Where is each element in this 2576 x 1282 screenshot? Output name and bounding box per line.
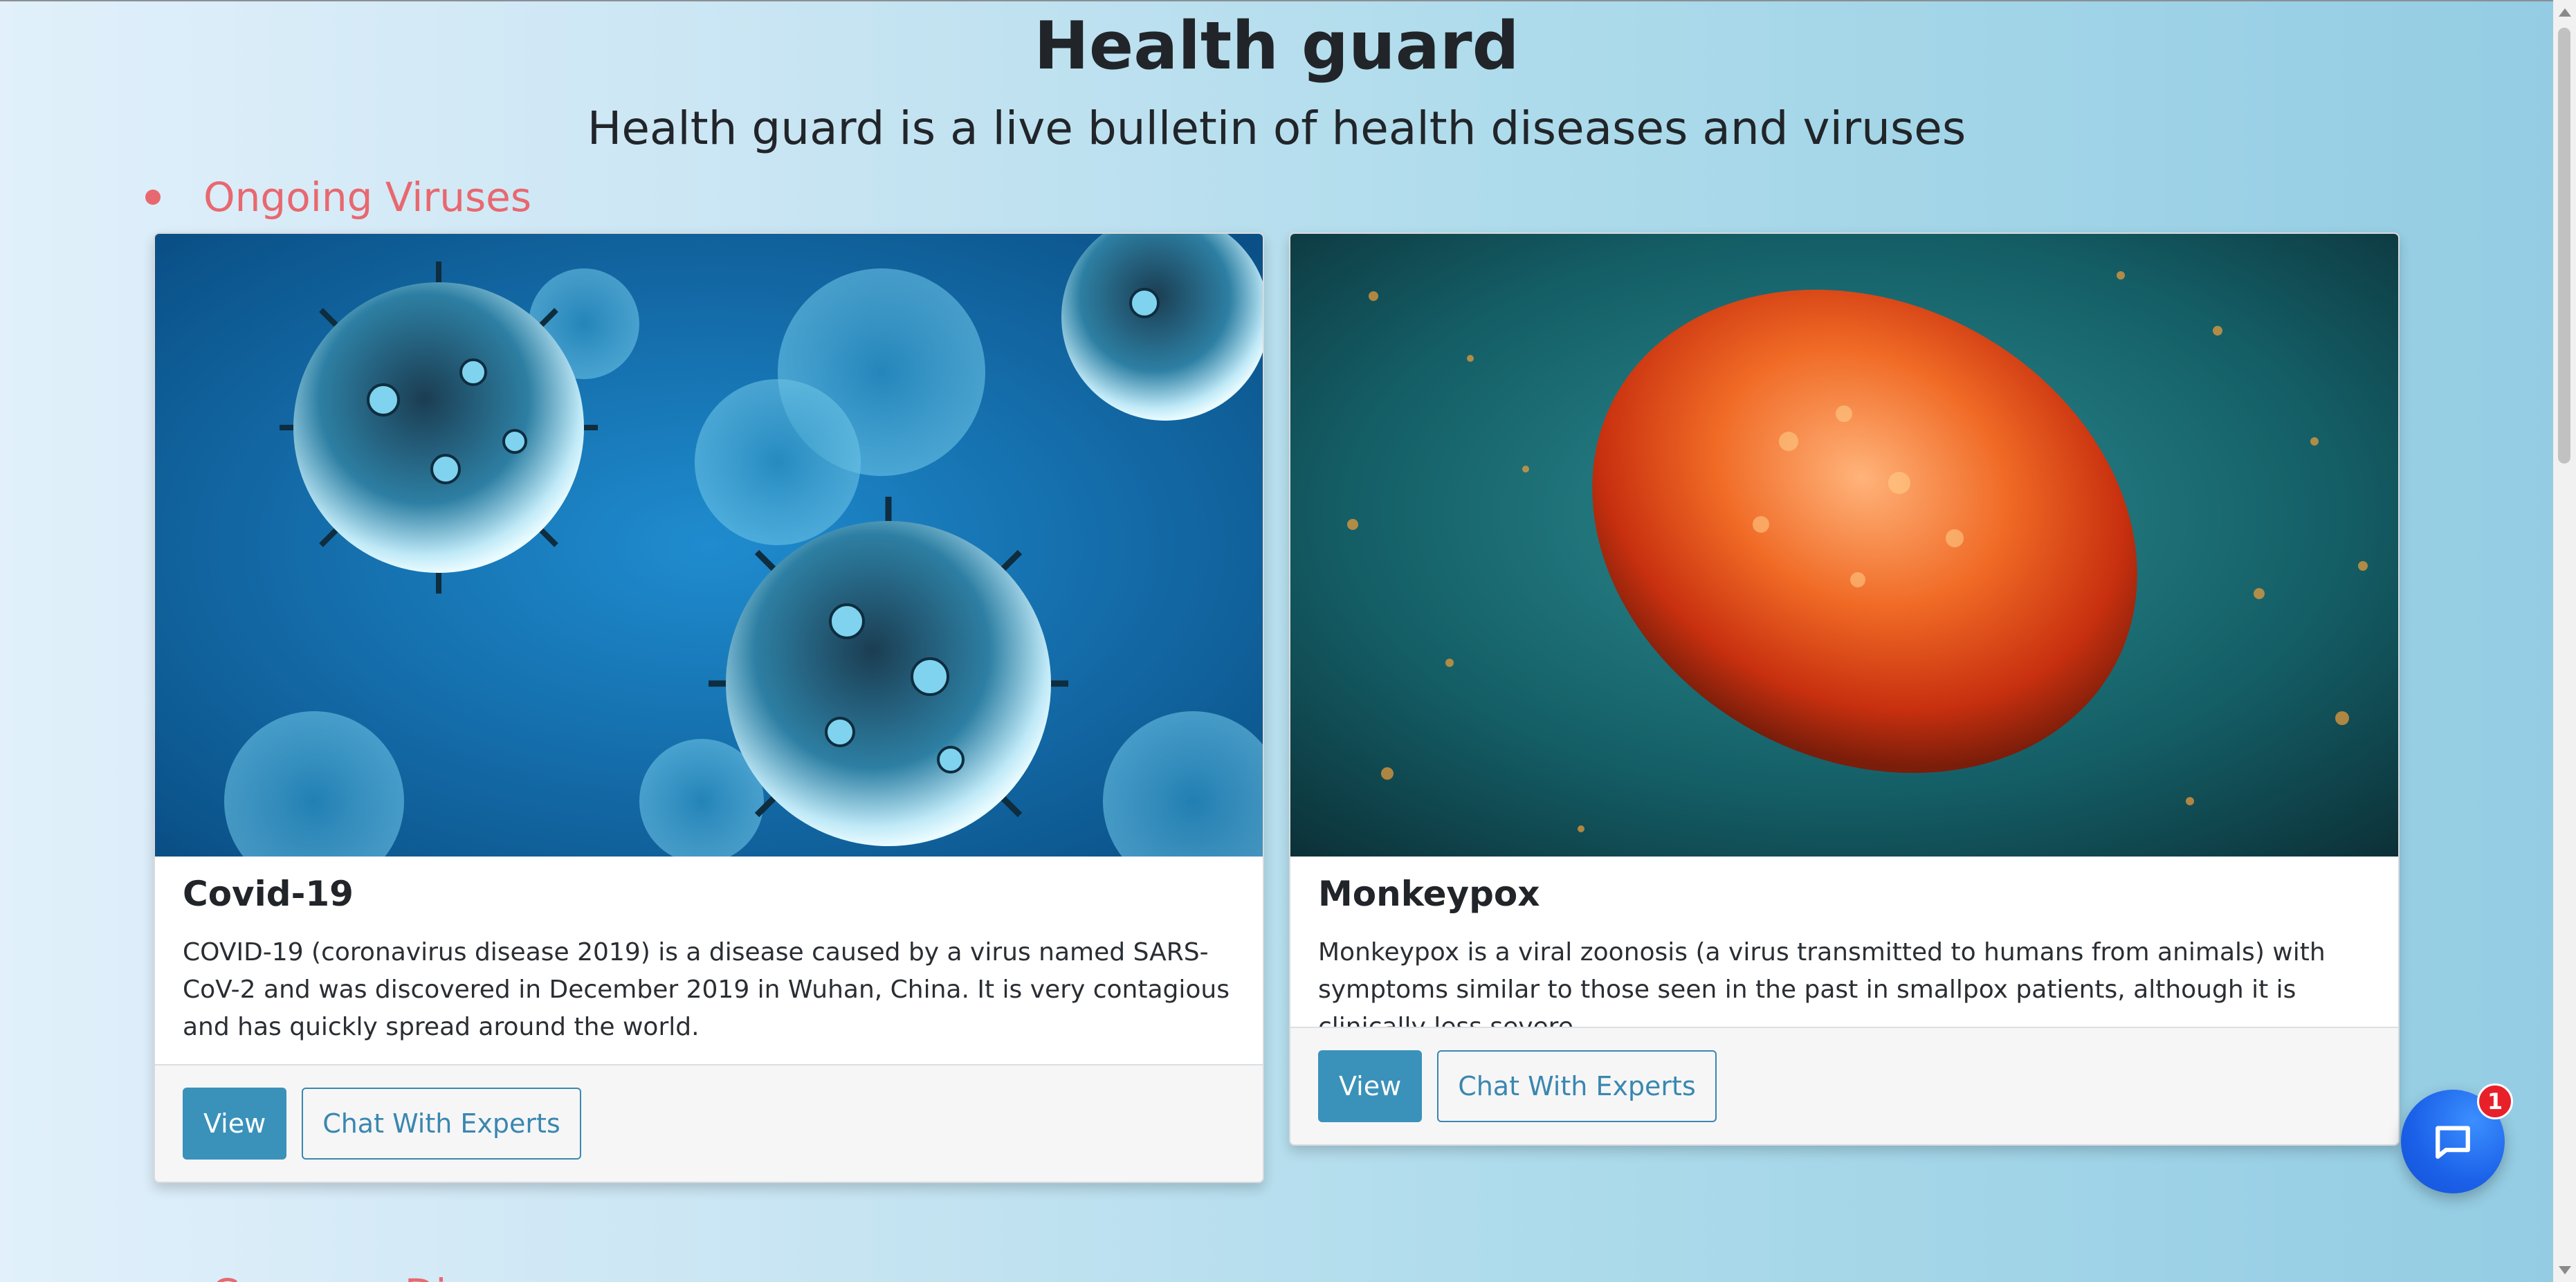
virus-card-monkeypox: Monkeypox Monkeypox is a viral zoonosis … [1289, 232, 2400, 1146]
chat-bubble-icon [2436, 1126, 2470, 1159]
section-heading-ongoing: Ongoing Viruses [145, 170, 531, 225]
page-title: Health guard [1034, 8, 1519, 84]
chat-notification-badge: 1 [2477, 1083, 2513, 1119]
scrollbar-thumb[interactable] [2558, 28, 2570, 464]
coronavirus-image [155, 234, 1263, 857]
view-button[interactable]: View [1318, 1050, 1423, 1122]
chat-with-experts-button[interactable]: Chat With Experts [302, 1088, 581, 1160]
top-border [0, 0, 2576, 1]
page-scrollbar[interactable] [2553, 0, 2576, 1282]
section-heading-label: Ongoing Viruses [203, 174, 532, 221]
virus-card-covid: Covid-19 COVID-19 (coronavirus disease 2… [154, 232, 1264, 1183]
card-title: Covid-19 [183, 874, 354, 914]
card-description: COVID-19 (coronavirus disease 2019) is a… [183, 938, 1230, 1041]
view-button[interactable]: View [183, 1088, 287, 1160]
chat-with-experts-button[interactable]: Chat With Experts [1437, 1050, 1717, 1122]
monkeypox-image [1290, 234, 2398, 857]
bullet-icon [145, 190, 161, 205]
scroll-down-icon[interactable] [2559, 1266, 2571, 1274]
card-body: Covid-19 COVID-19 (coronavirus disease 2… [155, 857, 1263, 1071]
card-footer: View Chat With Experts [155, 1064, 1263, 1182]
page-subtitle: Health guard is a live bulletin of healt… [587, 102, 1966, 155]
scroll-up-icon[interactable] [2559, 8, 2571, 17]
card-title: Monkeypox [1318, 874, 1540, 914]
section-heading-next: Common Dis [211, 1266, 765, 1282]
card-footer: View Chat With Experts [1290, 1027, 2398, 1144]
